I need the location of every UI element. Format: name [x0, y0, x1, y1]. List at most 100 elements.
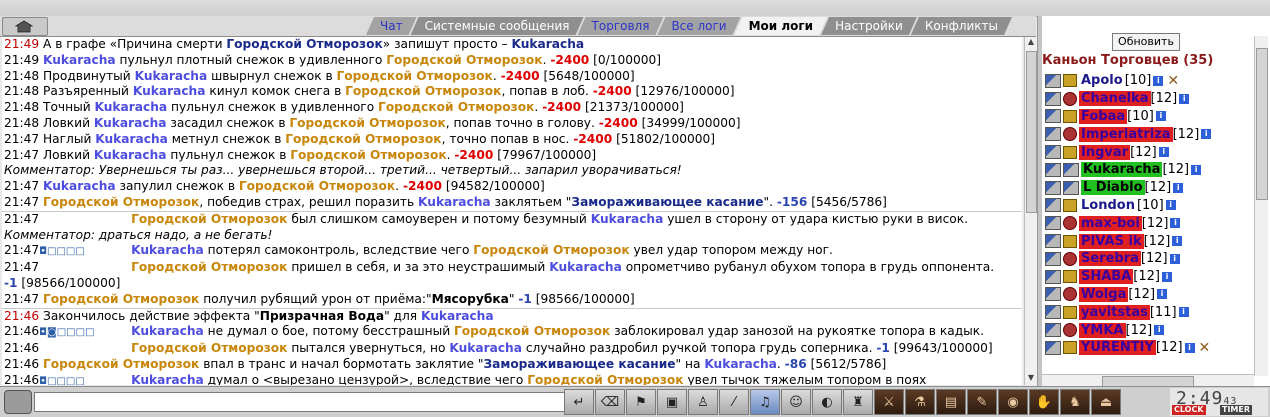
chat-player-name[interactable]: Kukaracha [43, 53, 116, 67]
message-input[interactable] [34, 392, 566, 412]
chat-player-name[interactable]: Городской Отморозок [131, 260, 287, 274]
info-icon[interactable]: i [1184, 342, 1195, 353]
info-icon[interactable]: i [1178, 307, 1189, 318]
tab-3[interactable]: Все логи [657, 17, 740, 35]
user-row[interactable]: Kukaracha [12] i [1045, 161, 1250, 179]
chat-player-name[interactable]: Городской Отморозок [131, 212, 287, 226]
eraser-icon[interactable]: ⌫ [595, 389, 625, 415]
chat-player-name[interactable]: Kukaracha [704, 357, 777, 371]
info-icon[interactable]: i [1191, 164, 1202, 175]
user-name[interactable]: SHABA [1079, 269, 1134, 285]
info-icon[interactable]: i [1165, 200, 1176, 211]
chat-player-name[interactable]: Городской Отморозок [226, 37, 382, 51]
chat-player-name[interactable]: Kukaracha [94, 116, 167, 130]
info-icon[interactable]: i [1172, 236, 1183, 247]
user-row[interactable]: SHABA [12] i [1045, 268, 1250, 286]
scroll-down-icon[interactable]: ▼ [1026, 373, 1036, 383]
chat-scrollbar[interactable]: ▲ ▼ [1024, 37, 1037, 385]
chat-player-name[interactable]: Городской Отморозок [473, 243, 629, 257]
chat-player-name[interactable]: Kukaracha [94, 148, 167, 162]
sidebar-scrollbar[interactable] [1254, 36, 1268, 376]
sidebar-hscrollbar[interactable] [1042, 374, 1254, 386]
helmet-icon[interactable]: ◐ [812, 389, 842, 415]
user-name[interactable]: Apolo [1079, 73, 1125, 88]
info-icon[interactable]: i [1157, 289, 1168, 300]
save-icon[interactable]: ▣ [657, 389, 687, 415]
chat-player-name[interactable]: Городской Отморозок [239, 179, 395, 193]
user-row[interactable]: yavitstas [11] i [1045, 303, 1250, 321]
chat-player-name[interactable]: Городской Отморозок [345, 84, 501, 98]
tab-2[interactable]: Торговля [578, 17, 664, 35]
chat-player-name[interactable]: Kukaracha [43, 179, 116, 193]
user-row[interactable]: YURENTIY [12] i ✕ [1045, 339, 1250, 357]
info-icon[interactable]: i [1153, 75, 1164, 86]
chat-player-name[interactable]: Kukaracha [131, 373, 204, 385]
user-name[interactable]: L Diablo [1081, 180, 1145, 196]
hand-icon[interactable]: ✋ [1029, 389, 1059, 415]
info-icon[interactable]: i [1161, 271, 1172, 282]
info-icon[interactable]: i [1169, 253, 1180, 264]
coin-icon[interactable]: ◉ [998, 389, 1028, 415]
user-name[interactable]: Wolga [1079, 286, 1129, 302]
chat-player-name[interactable]: Kukaracha [549, 260, 622, 274]
bag-icon[interactable]: ♜ [843, 389, 873, 415]
chat-scroll-thumb[interactable] [1026, 51, 1037, 213]
user-name[interactable]: Kukaracha [1081, 162, 1163, 178]
home-button[interactable] [2, 17, 48, 36]
chat-player-name[interactable]: Городской Отморозок [43, 292, 199, 306]
user-row[interactable]: PIVAS ik [12] i [1045, 232, 1250, 250]
tab-4[interactable]: Мои логи [735, 17, 827, 35]
user-row[interactable]: Wolga [12] i [1045, 286, 1250, 304]
filter-icon[interactable]: ⚑ [626, 389, 656, 415]
user-row[interactable]: Ingvar [12] i [1045, 143, 1250, 161]
user-row[interactable]: Fobaa [10] i [1045, 108, 1250, 126]
info-icon[interactable]: i [1173, 182, 1184, 193]
user-row[interactable]: Chanelka [12] i [1045, 90, 1250, 108]
chat-player-name[interactable]: Городской Отморозок [285, 132, 441, 146]
chest-icon[interactable]: ▤ [936, 389, 966, 415]
chat-player-name[interactable]: Городской Отморозок [290, 148, 446, 162]
tab-0[interactable]: Чат [366, 17, 417, 35]
refresh-button[interactable]: Обновить [1112, 33, 1180, 51]
potion-icon[interactable]: ⚗ [905, 389, 935, 415]
chat-player-name[interactable]: Kukaracha [131, 324, 204, 338]
timer-label[interactable]: TIMER [1220, 405, 1253, 415]
chat-player-name[interactable]: Kukaracha [133, 84, 206, 98]
smiley-icon[interactable]: ☺ [781, 389, 811, 415]
user-name[interactable]: Chanelka [1079, 91, 1151, 107]
notes-icon[interactable]: ♫ [750, 389, 780, 415]
user-name[interactable]: YURENTIY [1079, 340, 1156, 356]
tab-6[interactable]: Конфликты [911, 17, 1012, 35]
walk-icon[interactable]: ♙ [688, 389, 718, 415]
chat-player-name[interactable]: Kukaracha [418, 195, 491, 209]
chat-player-name[interactable]: Kukaracha [131, 243, 204, 257]
chat-player-name[interactable]: Городской Отморозок [386, 53, 542, 67]
chat-player-name[interactable]: Kukaracha [449, 341, 522, 355]
crossed-swords-icon[interactable]: ✕ [1167, 73, 1179, 89]
chat-player-name[interactable]: Городской Отморозок [454, 324, 610, 338]
user-name[interactable]: Imperiatriza [1079, 126, 1173, 142]
slash-icon[interactable]: ⁄ [719, 389, 749, 415]
user-row[interactable]: L Diablo [12] i [1045, 179, 1250, 197]
chat-player-name[interactable]: Городской Отморозок [527, 373, 683, 385]
sidebar-scroll-thumb[interactable] [1256, 48, 1268, 200]
chat-player-name[interactable]: Kukaracha [95, 132, 168, 146]
user-row[interactable]: max-boi [12] i [1045, 214, 1250, 232]
chat-player-name[interactable]: Kukaracha [135, 69, 208, 83]
user-name[interactable]: max-boi [1079, 215, 1142, 231]
chat-player-name[interactable]: Городской Отморозок [289, 116, 445, 130]
user-row[interactable]: Imperiatriza [12] i [1045, 125, 1250, 143]
user-name[interactable]: Fobaa [1079, 108, 1128, 124]
scroll-icon[interactable]: ✎ [967, 389, 997, 415]
user-row[interactable]: Apolo [10] i ✕ [1045, 72, 1250, 90]
chat-player-name[interactable]: Kukaracha [421, 309, 494, 323]
info-icon[interactable]: i [1158, 147, 1169, 158]
chat-player-name[interactable]: Городской Отморозок [43, 195, 199, 209]
menu-button[interactable] [4, 390, 32, 414]
sidebar-hscroll-thumb[interactable] [1102, 376, 1194, 386]
chat-player-name[interactable]: Городской Отморозок [131, 341, 287, 355]
info-icon[interactable]: i [1154, 325, 1165, 336]
info-icon[interactable]: i [1201, 129, 1212, 140]
user-row[interactable]: Serebra [12] i [1045, 250, 1250, 268]
tab-5[interactable]: Настройки [821, 17, 917, 35]
